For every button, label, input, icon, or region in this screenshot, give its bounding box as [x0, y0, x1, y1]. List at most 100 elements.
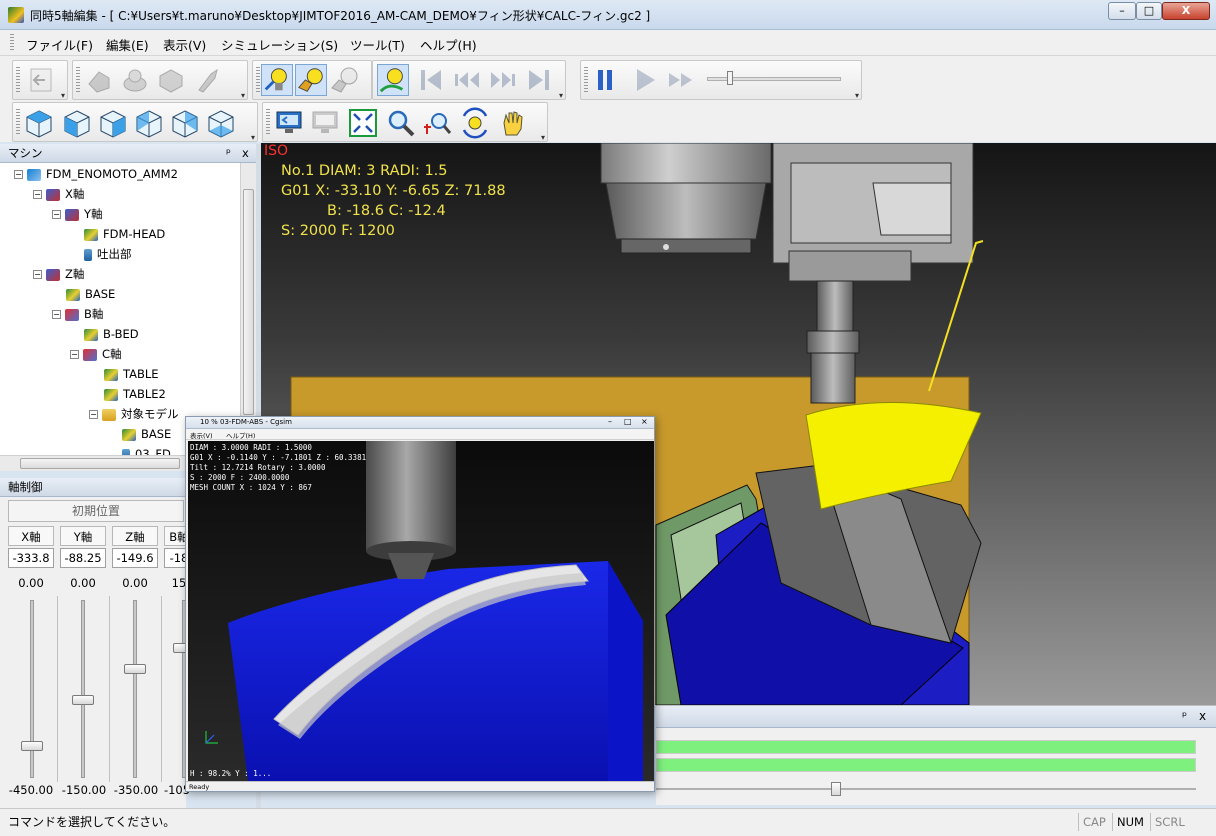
tree-hscroll-thumb[interactable]	[20, 458, 180, 469]
tree-node[interactable]: − Z軸	[33, 265, 84, 283]
bulb-model-icon[interactable]	[329, 64, 361, 96]
initial-position-button[interactable]: 初期位置	[8, 500, 184, 522]
minimize-button[interactable]: –	[1108, 2, 1136, 20]
tree-node[interactable]: B-BED	[84, 325, 139, 343]
cgsim-max-icon[interactable]: □	[624, 417, 632, 426]
axis-slider-z[interactable]	[133, 600, 137, 778]
tree-node[interactable]: − C軸	[70, 345, 122, 363]
panel-close-icon[interactable]: x	[242, 144, 249, 162]
pause-icon[interactable]	[589, 64, 621, 96]
reset-view-icon[interactable]	[273, 107, 305, 139]
menu-grip[interactable]	[10, 34, 14, 52]
pin-icon[interactable]: ᵖ	[1182, 709, 1187, 723]
top-view-icon[interactable]	[205, 107, 237, 139]
last-icon[interactable]	[523, 64, 555, 96]
bulb-solid-icon[interactable]	[295, 64, 327, 96]
zoom-window-icon[interactable]	[421, 107, 453, 139]
axis-value-x[interactable]: -333.8	[8, 548, 54, 568]
menu-tools[interactable]: ツール(T)	[350, 35, 405, 54]
fast-forward-icon[interactable]	[665, 64, 697, 96]
menu-file[interactable]: ファイル(F)	[26, 35, 93, 54]
nc-info-rotary: B: -18.6 C: -12.4	[327, 203, 446, 219]
axis-slider-x[interactable]	[30, 600, 34, 778]
axis-value-y[interactable]: -88.25	[60, 548, 106, 568]
num-indicator: NUM	[1112, 813, 1148, 831]
model-icon[interactable]	[119, 64, 151, 96]
left-view-icon[interactable]	[133, 107, 165, 139]
tree-node[interactable]: BASE	[122, 425, 171, 443]
close-button[interactable]: X	[1162, 2, 1210, 20]
cgsim-min-icon[interactable]: –	[608, 417, 612, 426]
pin-icon[interactable]: ᵖ	[226, 144, 231, 162]
tree-node[interactable]: − B軸	[52, 305, 103, 323]
tree-node[interactable]: 吐出部	[84, 245, 132, 263]
tree-node[interactable]: BASE	[66, 285, 115, 303]
tree-node[interactable]: − Y軸	[52, 205, 103, 223]
axis-max-y: 0.00	[70, 576, 96, 590]
tree-node[interactable]: − 対象モデル	[89, 405, 179, 423]
zoom-icon[interactable]	[385, 107, 417, 139]
tree-node[interactable]: TABLE	[104, 365, 159, 383]
axis-min-y: -150.00	[61, 783, 107, 797]
pan-icon[interactable]	[497, 107, 529, 139]
cgsim-viewport[interactable]: DIAM : 3.0000 RADI : 1.5000 G01 X : -0.1…	[188, 441, 654, 781]
toolbar-simulation: ▾	[372, 60, 566, 100]
rewind-icon[interactable]	[451, 64, 483, 96]
stock-icon[interactable]	[155, 64, 187, 96]
menu-simulation[interactable]: シミュレーション(S)	[221, 35, 338, 54]
cgsim-info-1: G01 X : -0.1140 Y : -7.1801 Z : 60.3381	[190, 453, 367, 462]
cgsim-close-icon[interactable]: ×	[641, 417, 648, 426]
cgsim-info-3: S : 2000 F : 2400.0000	[190, 473, 290, 482]
menu-help[interactable]: ヘルプ(H)	[420, 35, 477, 54]
bulb-icon[interactable]	[261, 64, 293, 96]
toolbar-playback: ▾	[580, 60, 862, 100]
tree-node[interactable]: TABLE2	[104, 385, 166, 403]
status-message: コマンドを選択してください。	[8, 815, 176, 829]
caps-indicator: CAP	[1078, 813, 1110, 831]
view-label: ISO	[264, 143, 289, 159]
panel-close-icon[interactable]: x	[1199, 709, 1206, 723]
cgsim-menu-help[interactable]: ヘルプ(H)	[226, 430, 255, 440]
back-view-icon[interactable]	[169, 107, 201, 139]
machine-panel-title: マシン	[8, 146, 43, 160]
toolbar-display: ▾	[72, 60, 248, 100]
axis-slider-thumb-y[interactable]	[72, 694, 94, 705]
right-view-icon[interactable]	[97, 107, 129, 139]
axis-slider-y[interactable]	[81, 600, 85, 778]
axis-slider-thumb-z[interactable]	[124, 663, 146, 674]
iso-view-icon[interactable]	[23, 107, 55, 139]
axis-value-z[interactable]: -149.6	[112, 548, 158, 568]
fit-icon[interactable]	[347, 107, 379, 139]
tree-node[interactable]: FDM-HEAD	[84, 225, 165, 243]
first-icon[interactable]	[415, 64, 447, 96]
toolbar-nav: ▾	[12, 60, 68, 100]
machine-tree: − FDM_ENOMOTO_AMM2 − X軸 − Y軸 FDM-HEAD 吐出部 −…	[0, 163, 256, 455]
forward-icon[interactable]	[487, 64, 519, 96]
save-view-icon[interactable]	[309, 107, 341, 139]
menu-view[interactable]: 表示(V)	[163, 35, 206, 54]
menu-edit[interactable]: 編集(E)	[106, 35, 149, 54]
tree-vscroll-thumb[interactable]	[243, 189, 254, 415]
front-view-icon[interactable]	[61, 107, 93, 139]
position-slider-thumb[interactable]	[830, 782, 841, 796]
cgsim-menu-view[interactable]: 表示(V)	[190, 430, 213, 440]
play-icon[interactable]	[629, 64, 661, 96]
tree-node[interactable]: − FDM_ENOMOTO_AMM2	[14, 165, 178, 183]
rotate-icon[interactable]	[459, 107, 491, 139]
maximize-button[interactable]: □	[1136, 2, 1162, 20]
back-icon[interactable]	[25, 64, 57, 96]
progress-bar-2	[656, 758, 1196, 772]
tree-vscrollbar[interactable]	[240, 163, 256, 455]
tree-node[interactable]: 03_FD	[122, 445, 171, 455]
solid-icon[interactable]	[83, 64, 115, 96]
tree-node[interactable]: − X軸	[33, 185, 84, 203]
axis-slider-thumb-x[interactable]	[21, 741, 43, 752]
axis-panel-title: 軸制御	[0, 478, 186, 497]
speed-slider-thumb[interactable]	[727, 71, 733, 85]
bulb-path-icon[interactable]	[377, 64, 409, 96]
scroll-indicator: SCRL	[1150, 813, 1189, 831]
position-slider-track[interactable]	[656, 788, 1196, 790]
axis-max-x: 0.00	[18, 576, 44, 590]
cgsim-window[interactable]: 10 % 03-FDM-ABS - Cgsim – □ × 表示(V) ヘルプ(…	[185, 416, 655, 792]
tool-icon[interactable]	[191, 64, 223, 96]
